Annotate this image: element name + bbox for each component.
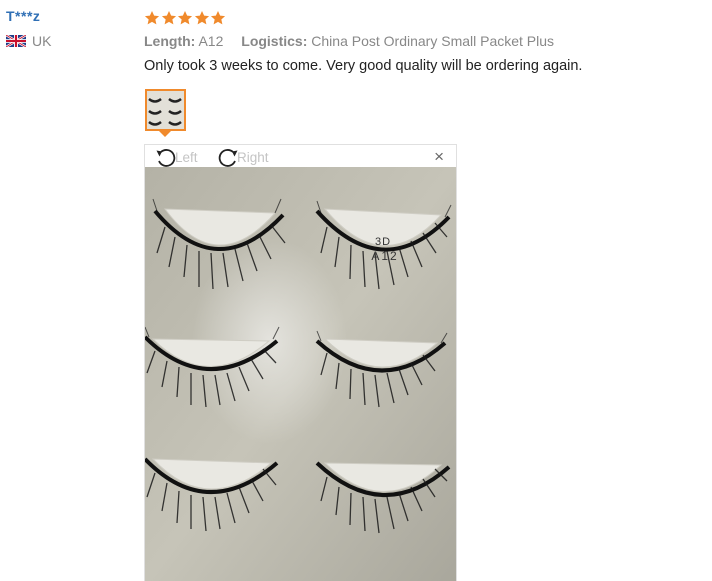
rotate-left-button[interactable]: Left bbox=[155, 147, 198, 167]
review-comment: Only took 3 weeks to come. Very good qua… bbox=[144, 58, 583, 74]
rotate-right-icon bbox=[218, 149, 238, 167]
star-icon bbox=[210, 10, 226, 26]
review-content: Length: A12 Logistics: China Post Ordina… bbox=[144, 8, 704, 74]
uk-flag-icon bbox=[6, 35, 26, 47]
rotate-right-button[interactable]: Right bbox=[217, 147, 269, 167]
photo-text-3d: 3D bbox=[375, 236, 391, 248]
reviewer-name: T***z bbox=[6, 8, 41, 24]
star-rating bbox=[144, 8, 704, 28]
rotate-right-label: Right bbox=[237, 149, 269, 165]
star-icon bbox=[177, 10, 193, 26]
star-icon bbox=[144, 10, 160, 26]
review-photo-image: 3D A12 bbox=[145, 167, 456, 581]
logistics-value: China Post Ordinary Small Packet Plus bbox=[311, 33, 555, 49]
country-label: UK bbox=[32, 33, 52, 49]
photo-text-a12: A12 bbox=[371, 249, 398, 263]
order-meta: Length: A12 Logistics: China Post Ordina… bbox=[144, 33, 704, 49]
rotate-left-label: Left bbox=[175, 149, 198, 165]
logistics-label: Logistics: bbox=[241, 33, 308, 49]
close-viewer-button[interactable]: × bbox=[434, 148, 444, 165]
viewer-toolbar: Left Right × bbox=[145, 145, 456, 168]
reviewer-country: UK bbox=[6, 33, 51, 49]
photo-viewer: Left Right × 3D A12 bbox=[144, 144, 457, 581]
length-value: A12 bbox=[198, 33, 224, 49]
reviewer-info: T***z UK bbox=[6, 8, 51, 49]
star-icon bbox=[161, 10, 177, 26]
review-photo-thumbnail[interactable] bbox=[145, 89, 186, 131]
rotate-left-icon bbox=[156, 149, 176, 167]
lashes-thumbnail-image bbox=[147, 91, 184, 129]
star-icon bbox=[194, 10, 210, 26]
thumbnail-pointer bbox=[159, 131, 171, 137]
length-label: Length: bbox=[144, 33, 196, 49]
